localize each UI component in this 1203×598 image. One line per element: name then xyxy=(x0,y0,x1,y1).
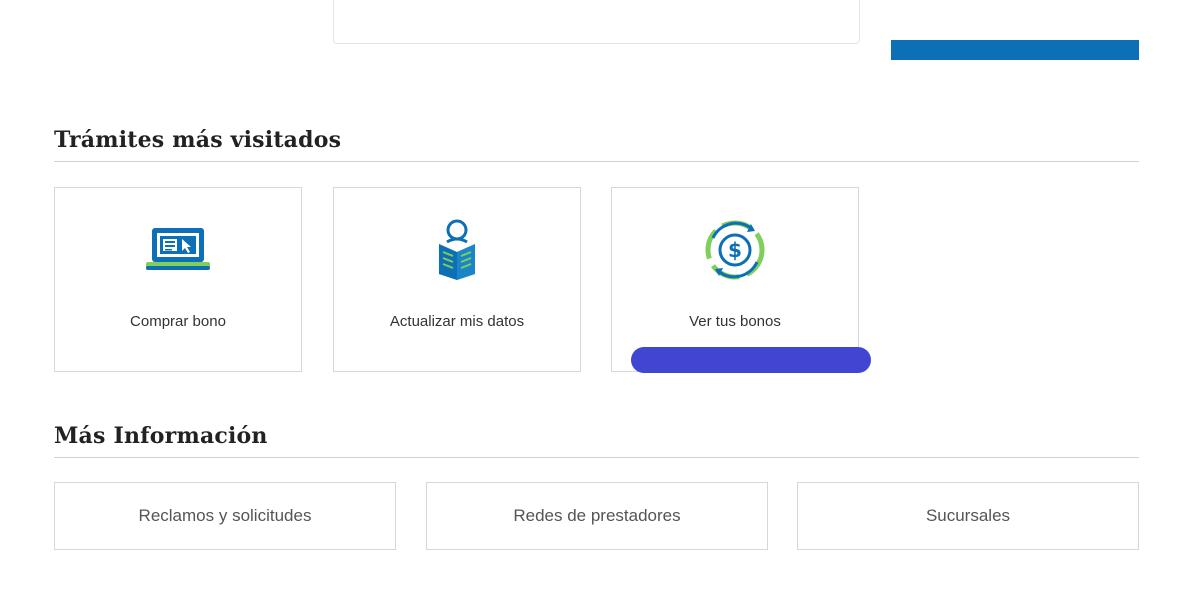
tramites-section-title: Trámites más visitados xyxy=(54,127,342,153)
sucursales-link[interactable]: Sucursales xyxy=(797,482,1139,550)
actualizar-datos-label: Actualizar mis datos xyxy=(389,313,525,330)
dollar-refresh-icon: $ xyxy=(697,218,773,282)
tramites-section-divider xyxy=(54,161,1139,162)
comprar-bono-card[interactable]: Comprar bono xyxy=(54,187,302,372)
laptop-icon xyxy=(140,218,216,282)
comprar-bono-label: Comprar bono xyxy=(130,313,226,330)
person-reading-icon xyxy=(419,218,495,282)
ver-bonos-label: Ver tus bonos xyxy=(689,313,781,330)
mas-info-section-divider xyxy=(54,457,1139,458)
ver-bonos-card[interactable]: $ Ver tus bonos xyxy=(611,187,859,372)
svg-text:$: $ xyxy=(728,238,742,262)
focus-indicator xyxy=(631,347,871,373)
top-action-button[interactable] xyxy=(891,40,1139,60)
mas-info-section-title: Más Información xyxy=(54,423,268,449)
top-card-fragment xyxy=(333,0,860,44)
actualizar-datos-card[interactable]: Actualizar mis datos xyxy=(333,187,581,372)
redes-prestadores-link[interactable]: Redes de prestadores xyxy=(426,482,768,550)
reclamos-link[interactable]: Reclamos y solicitudes xyxy=(54,482,396,550)
